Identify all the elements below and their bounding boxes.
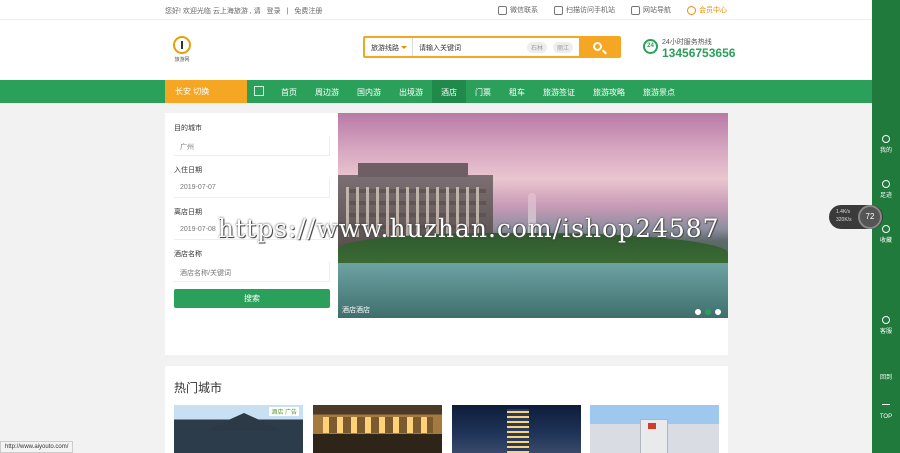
card-ad-label: 酒店 广告 — [269, 407, 299, 416]
nav-item-tickets[interactable]: 门票 — [466, 80, 500, 103]
hotel-search-button[interactable]: 搜索 — [174, 289, 330, 308]
banner-dot-active[interactable] — [705, 309, 711, 315]
nav-items: 首页 周边游 国内游 出境游 酒店 门票 租车 旅游签证 旅游攻略 旅游景点 — [272, 80, 684, 103]
sidebar-item-mine[interactable]: 我的 — [872, 135, 900, 154]
hotline-24h-icon: 24 — [643, 39, 658, 54]
hot-cities-title: 热门城市 — [174, 381, 223, 395]
back-to-top-button[interactable]: TOP — [872, 404, 900, 420]
sidebar-label: 收藏 — [879, 238, 892, 244]
logo-emblem-icon — [173, 36, 191, 54]
mobile-icon — [554, 5, 563, 15]
building-logo-icon — [648, 423, 656, 429]
sidebar-item-back[interactable]: 回到 — [872, 372, 900, 381]
city-card[interactable] — [590, 405, 719, 453]
nav-item-car-rental[interactable]: 租车 — [500, 80, 534, 103]
edit-icon[interactable] — [254, 86, 264, 96]
nav-item-domestic[interactable]: 国内游 — [348, 80, 390, 103]
top-links: 微信联系 扫描访问手机站 网站导航 会员中心 — [498, 5, 727, 15]
nav-item-attractions[interactable]: 旅游景点 — [634, 80, 684, 103]
sitemap-link[interactable]: 网站导航 — [631, 5, 671, 15]
nav-item-hotel[interactable]: 酒店 — [432, 80, 466, 103]
city-card[interactable] — [313, 405, 442, 453]
search-icon — [593, 42, 602, 51]
sidebar-label: 客服 — [879, 329, 892, 335]
nav-item-nearby[interactable]: 周边游 — [306, 80, 348, 103]
city-label: 目的城市 — [174, 125, 202, 132]
content-strip — [165, 318, 728, 355]
nav-item-home[interactable]: 首页 — [272, 80, 306, 103]
upload-speed: 1.4K/s — [836, 209, 851, 215]
hotel-name-label: 酒店名称 — [174, 251, 202, 258]
search-bar: 旅游线路 请输入关键词 石林 丽江 — [363, 36, 621, 58]
wechat-icon — [498, 5, 507, 15]
wechat-link[interactable]: 微信联系 — [498, 5, 538, 15]
browser-status-url: http://www.aiyouto.com/ — [0, 441, 74, 453]
nav-item-visa[interactable]: 旅游签证 — [534, 80, 584, 103]
heart-icon — [882, 225, 890, 233]
nav-item-outbound[interactable]: 出境游 — [390, 80, 432, 103]
search-placeholder: 请输入关键词 — [419, 45, 461, 52]
greeting: 您好! 欢迎光临 云上海旅游 , 请 登录 | 免费注册 — [165, 6, 326, 16]
city-card[interactable] — [452, 405, 581, 453]
sidebar-item-history[interactable]: 足迹 — [872, 180, 900, 199]
header: 旅游网 旅游线路 请输入关键词 石林 丽江 24 24小时服务热线 134567… — [0, 20, 872, 80]
nav-item-guides[interactable]: 旅游攻略 — [584, 80, 634, 103]
user-center-link[interactable]: 会员中心 — [687, 5, 727, 15]
search-input[interactable]: 请输入关键词 石林 丽江 — [413, 38, 579, 56]
speed-text: 1.4K/s 320K/s — [836, 208, 852, 224]
mobile-link[interactable]: 扫描访问手机站 — [554, 5, 615, 15]
sidebar-item-service[interactable]: 客服 — [872, 316, 900, 335]
hotline-number: 13456753656 — [662, 46, 736, 60]
sitemap-icon — [631, 5, 640, 15]
hotel-name-field[interactable]: 酒店名称/关键词 — [174, 262, 330, 282]
city-card[interactable]: 酒店 广告 — [174, 405, 303, 453]
wechat-link-label: 微信联系 — [510, 7, 538, 14]
search-button[interactable] — [579, 38, 619, 56]
user-icon — [882, 135, 890, 143]
download-speed: 320K/s — [836, 217, 852, 223]
sidebar-item-favorites[interactable]: 收藏 — [872, 225, 900, 244]
sidebar-label: 回到 — [879, 375, 892, 381]
city-field[interactable]: 广州 — [174, 136, 330, 156]
watermark-url: https://www.huzhan.com/ishop24587 — [218, 214, 720, 243]
top-bar: 您好! 欢迎光临 云上海旅游 , 请 登录 | 免费注册 微信联系 扫描访问手机… — [0, 0, 872, 20]
register-link[interactable]: 免费注册 — [294, 8, 322, 15]
footprint-icon — [882, 180, 890, 188]
banner-dot[interactable] — [695, 309, 701, 315]
banner-lake — [338, 263, 728, 319]
checkin-field[interactable]: 2019-07-07 — [174, 178, 330, 198]
separator: | — [286, 8, 289, 15]
user-center-link-label: 会员中心 — [699, 7, 727, 14]
page: 您好! 欢迎光临 云上海旅游 , 请 登录 | 免费注册 微信联系 扫描访问手机… — [0, 0, 900, 453]
speed-percent: 72 — [858, 205, 882, 229]
city-switch[interactable]: 长安 切换 — [165, 80, 247, 103]
sidebar-label: 足迹 — [879, 193, 892, 199]
main-nav: 长安 切换 首页 周边游 国内游 出境游 酒店 门票 租车 旅游签证 旅游攻略 … — [0, 80, 872, 103]
banner-dot[interactable] — [715, 309, 721, 315]
service-icon — [882, 316, 890, 324]
search-category-select[interactable]: 旅游线路 — [365, 38, 413, 56]
chevron-up-icon — [882, 404, 890, 412]
login-link[interactable]: 登录 — [267, 8, 281, 15]
site-logo[interactable]: 旅游网 — [172, 36, 192, 66]
checkout-label: 离店日期 — [174, 209, 202, 216]
banner-pagination — [695, 309, 721, 315]
mobile-link-label: 扫描访问手机站 — [566, 7, 615, 14]
sitemap-link-label: 网站导航 — [643, 7, 671, 14]
network-speed-widget[interactable]: 1.4K/s 320K/s 72 — [829, 205, 883, 229]
checkin-label: 入住日期 — [174, 167, 202, 174]
logo-text: 旅游网 — [174, 57, 190, 63]
sidebar-label: TOP — [879, 414, 893, 420]
hot-cities-section: 热门城市 酒店 广告 — [165, 366, 728, 453]
greeting-text: 您好! 欢迎光临 云上海旅游 , 请 — [165, 8, 261, 15]
search-tag[interactable]: 石林 — [526, 42, 547, 53]
sidebar-label: 我的 — [879, 148, 892, 154]
user-center-icon — [687, 5, 696, 15]
search-tag[interactable]: 丽江 — [552, 42, 573, 53]
banner-caption: 酒店酒店 — [342, 307, 370, 314]
